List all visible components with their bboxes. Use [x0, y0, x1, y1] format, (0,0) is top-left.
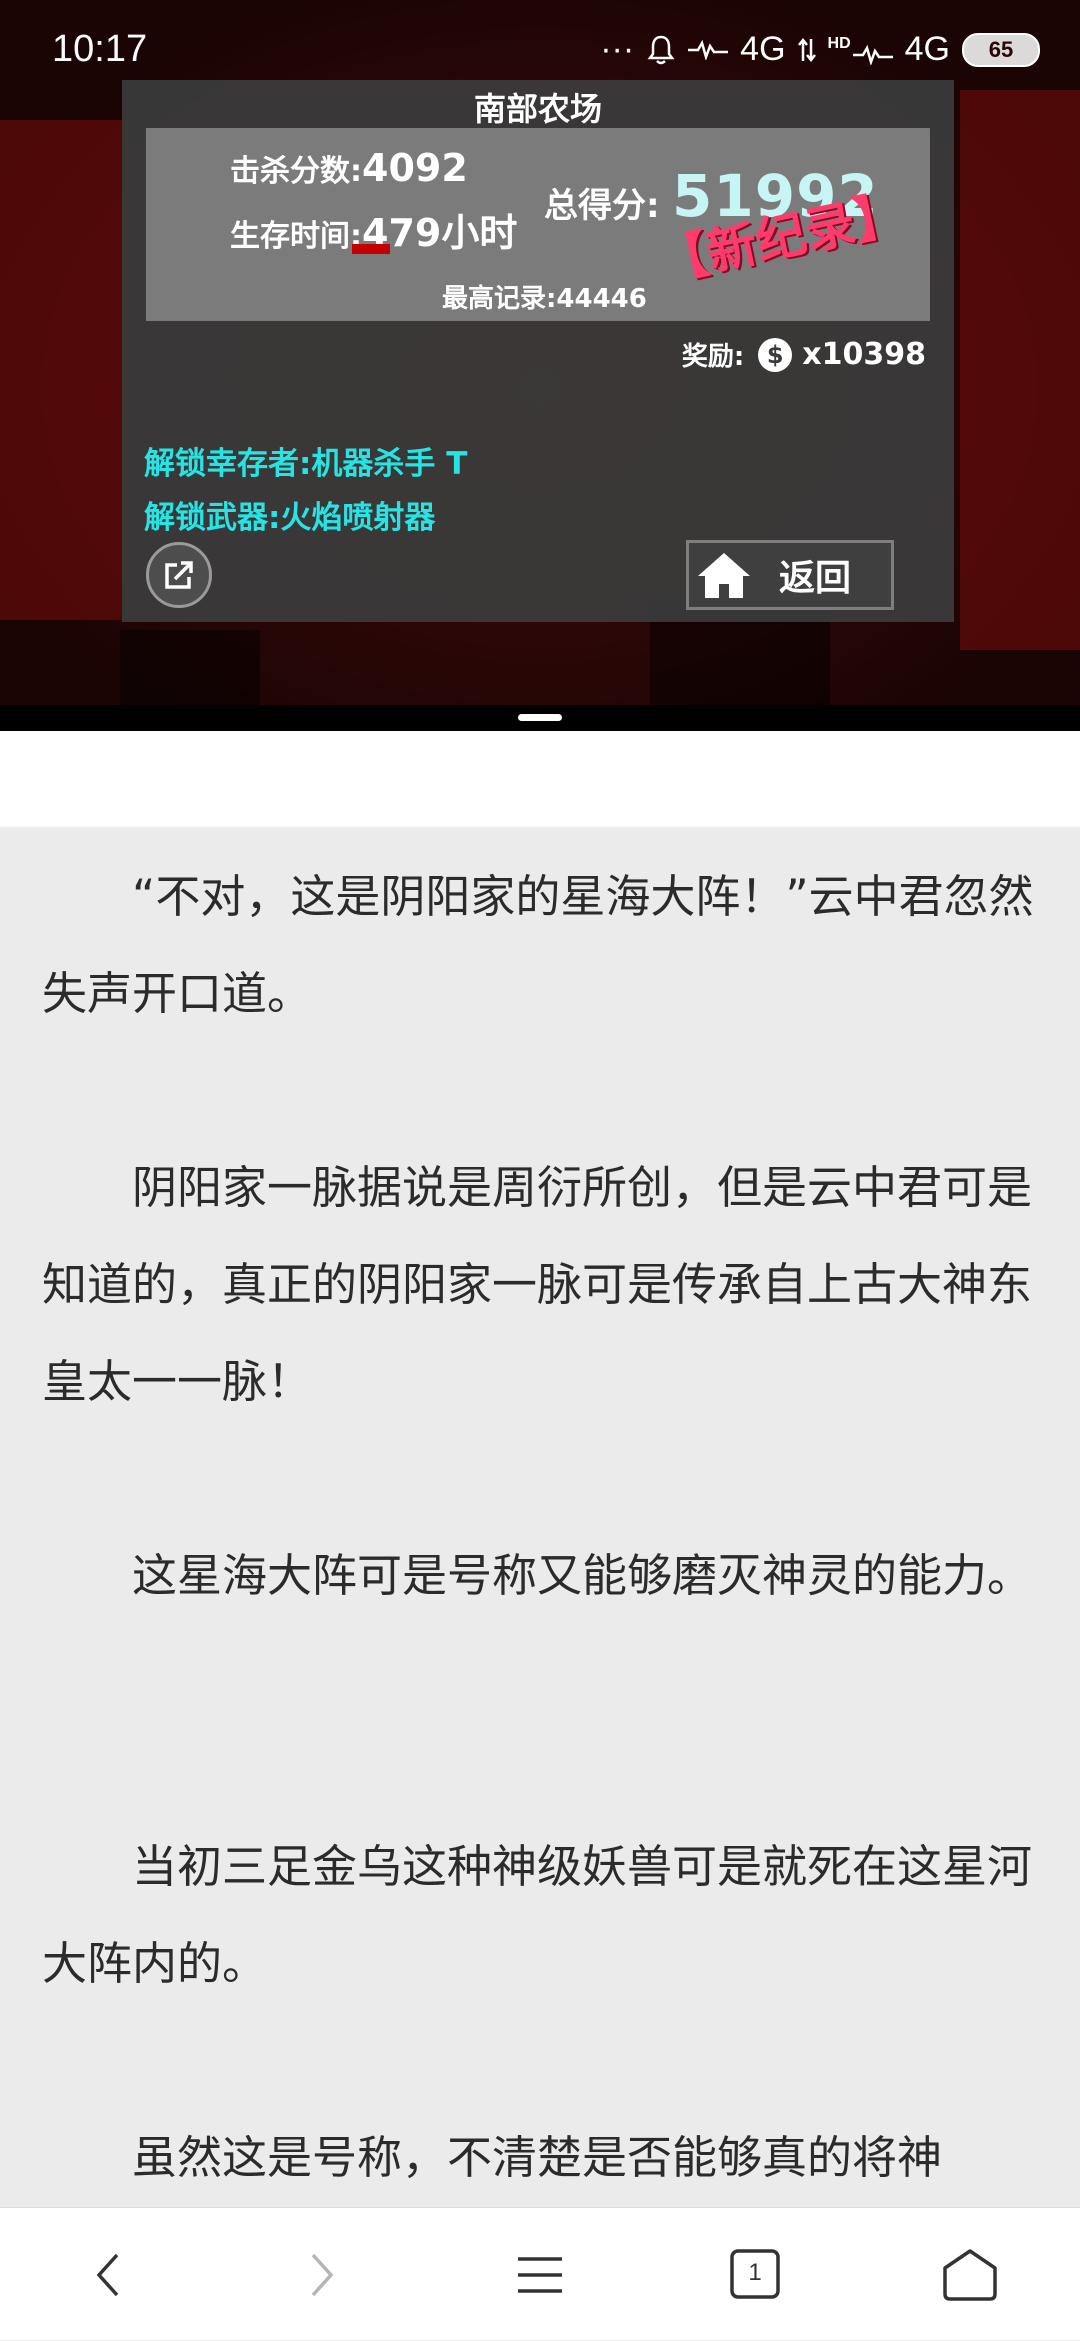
- signal-wave-icon: [852, 44, 893, 65]
- paragraph: 阴阳家一脉据说是周衍所创，但是云中君可是知道的，真正的阴阳家一脉可是传承自上古大…: [42, 1161, 1033, 1408]
- forward-button[interactable]: [262, 2208, 382, 2341]
- kills-value: 4092: [362, 146, 468, 190]
- background-streak: [0, 120, 130, 620]
- network-hd-group: HD: [828, 35, 893, 65]
- reward-label: 奖励:: [681, 342, 745, 372]
- chevron-left-icon: [96, 2253, 119, 2296]
- best-record: 最高记录:44446: [442, 284, 647, 314]
- home-icon: [698, 553, 750, 598]
- score-box: 击杀分数:4092 生存时间:479小时 总得分: 51992 【新纪录】 最高…: [146, 128, 930, 321]
- unlock-survivor: 解锁幸存者:机器杀手 T: [144, 446, 468, 482]
- game-screen: 10:17 ··· 4G HD 4G 65 南部农场 击杀分数:4092 生存时…: [0, 0, 1080, 705]
- signal-wave-icon: [688, 39, 729, 60]
- background-streak: [960, 90, 1080, 650]
- unlock-weapon: 解锁武器:火焰喷射器: [144, 500, 436, 536]
- status-icons: ··· 4G HD 4G 65: [600, 30, 1040, 69]
- kills-label: 击杀分数:: [230, 154, 362, 189]
- paragraph: “不对，这是阴阳家的星海大阵！”云中君忽然失声开口道。: [42, 870, 1034, 1020]
- network-type-2: 4G: [904, 30, 950, 68]
- more-dots-icon: ···: [600, 30, 635, 68]
- back-button[interactable]: [48, 2208, 168, 2341]
- paragraph: 虽然这是号称，不清楚是否能够真的将神: [132, 2131, 943, 2184]
- split-screen-handle[interactable]: [518, 714, 562, 721]
- bell-icon: [647, 35, 675, 64]
- network-type-1: 4G: [740, 30, 786, 68]
- chevron-right-icon: [311, 2253, 334, 2296]
- menu-button[interactable]: [480, 2208, 600, 2341]
- paragraph: 当初三足金乌这种神级妖兽可是就死在这星河大阵内的。: [42, 1840, 1033, 1990]
- home-pentagon-icon: [943, 2248, 997, 2301]
- browser-bottom-nav: 1: [0, 2207, 1080, 2340]
- return-button[interactable]: 返回: [686, 540, 894, 610]
- share-button[interactable]: [146, 542, 212, 608]
- hamburger-menu-icon: [518, 2256, 562, 2293]
- reward-value: x10398: [802, 337, 926, 372]
- share-icon: [165, 561, 193, 589]
- kills-score: 击杀分数:4092: [230, 146, 468, 190]
- hd-label: HD: [827, 34, 851, 52]
- reward-row: 奖励: $ x10398: [682, 336, 926, 373]
- tab-count: 1: [748, 2259, 762, 2286]
- data-transfer-icon: [797, 37, 816, 62]
- tabs-button[interactable]: 1: [695, 2208, 815, 2341]
- home-button[interactable]: [910, 2208, 1030, 2341]
- battery-indicator: 65: [962, 32, 1040, 67]
- red-tag: [352, 244, 390, 254]
- return-label: 返回: [779, 558, 852, 599]
- reader-content[interactable]: “不对，这是阴阳家的星海大阵！”云中君忽然失声开口道。 阴阳家一脉据说是周衍所创…: [0, 827, 1080, 2207]
- background-block: [120, 630, 260, 705]
- map-title: 南部农场: [473, 90, 602, 128]
- survival-label: 生存时间:: [230, 219, 362, 254]
- reader-header-strip: [0, 731, 1080, 827]
- coin-icon: $: [758, 337, 793, 372]
- game-result-panel: 南部农场 击杀分数:4092 生存时间:479小时 总得分: 51992 【新纪…: [122, 80, 954, 622]
- paragraph: 这星海大阵可是号称又能够磨灭神灵的能力。: [132, 1549, 1033, 1602]
- status-time: 10:17: [52, 28, 148, 70]
- total-score-label: 总得分:: [544, 186, 660, 226]
